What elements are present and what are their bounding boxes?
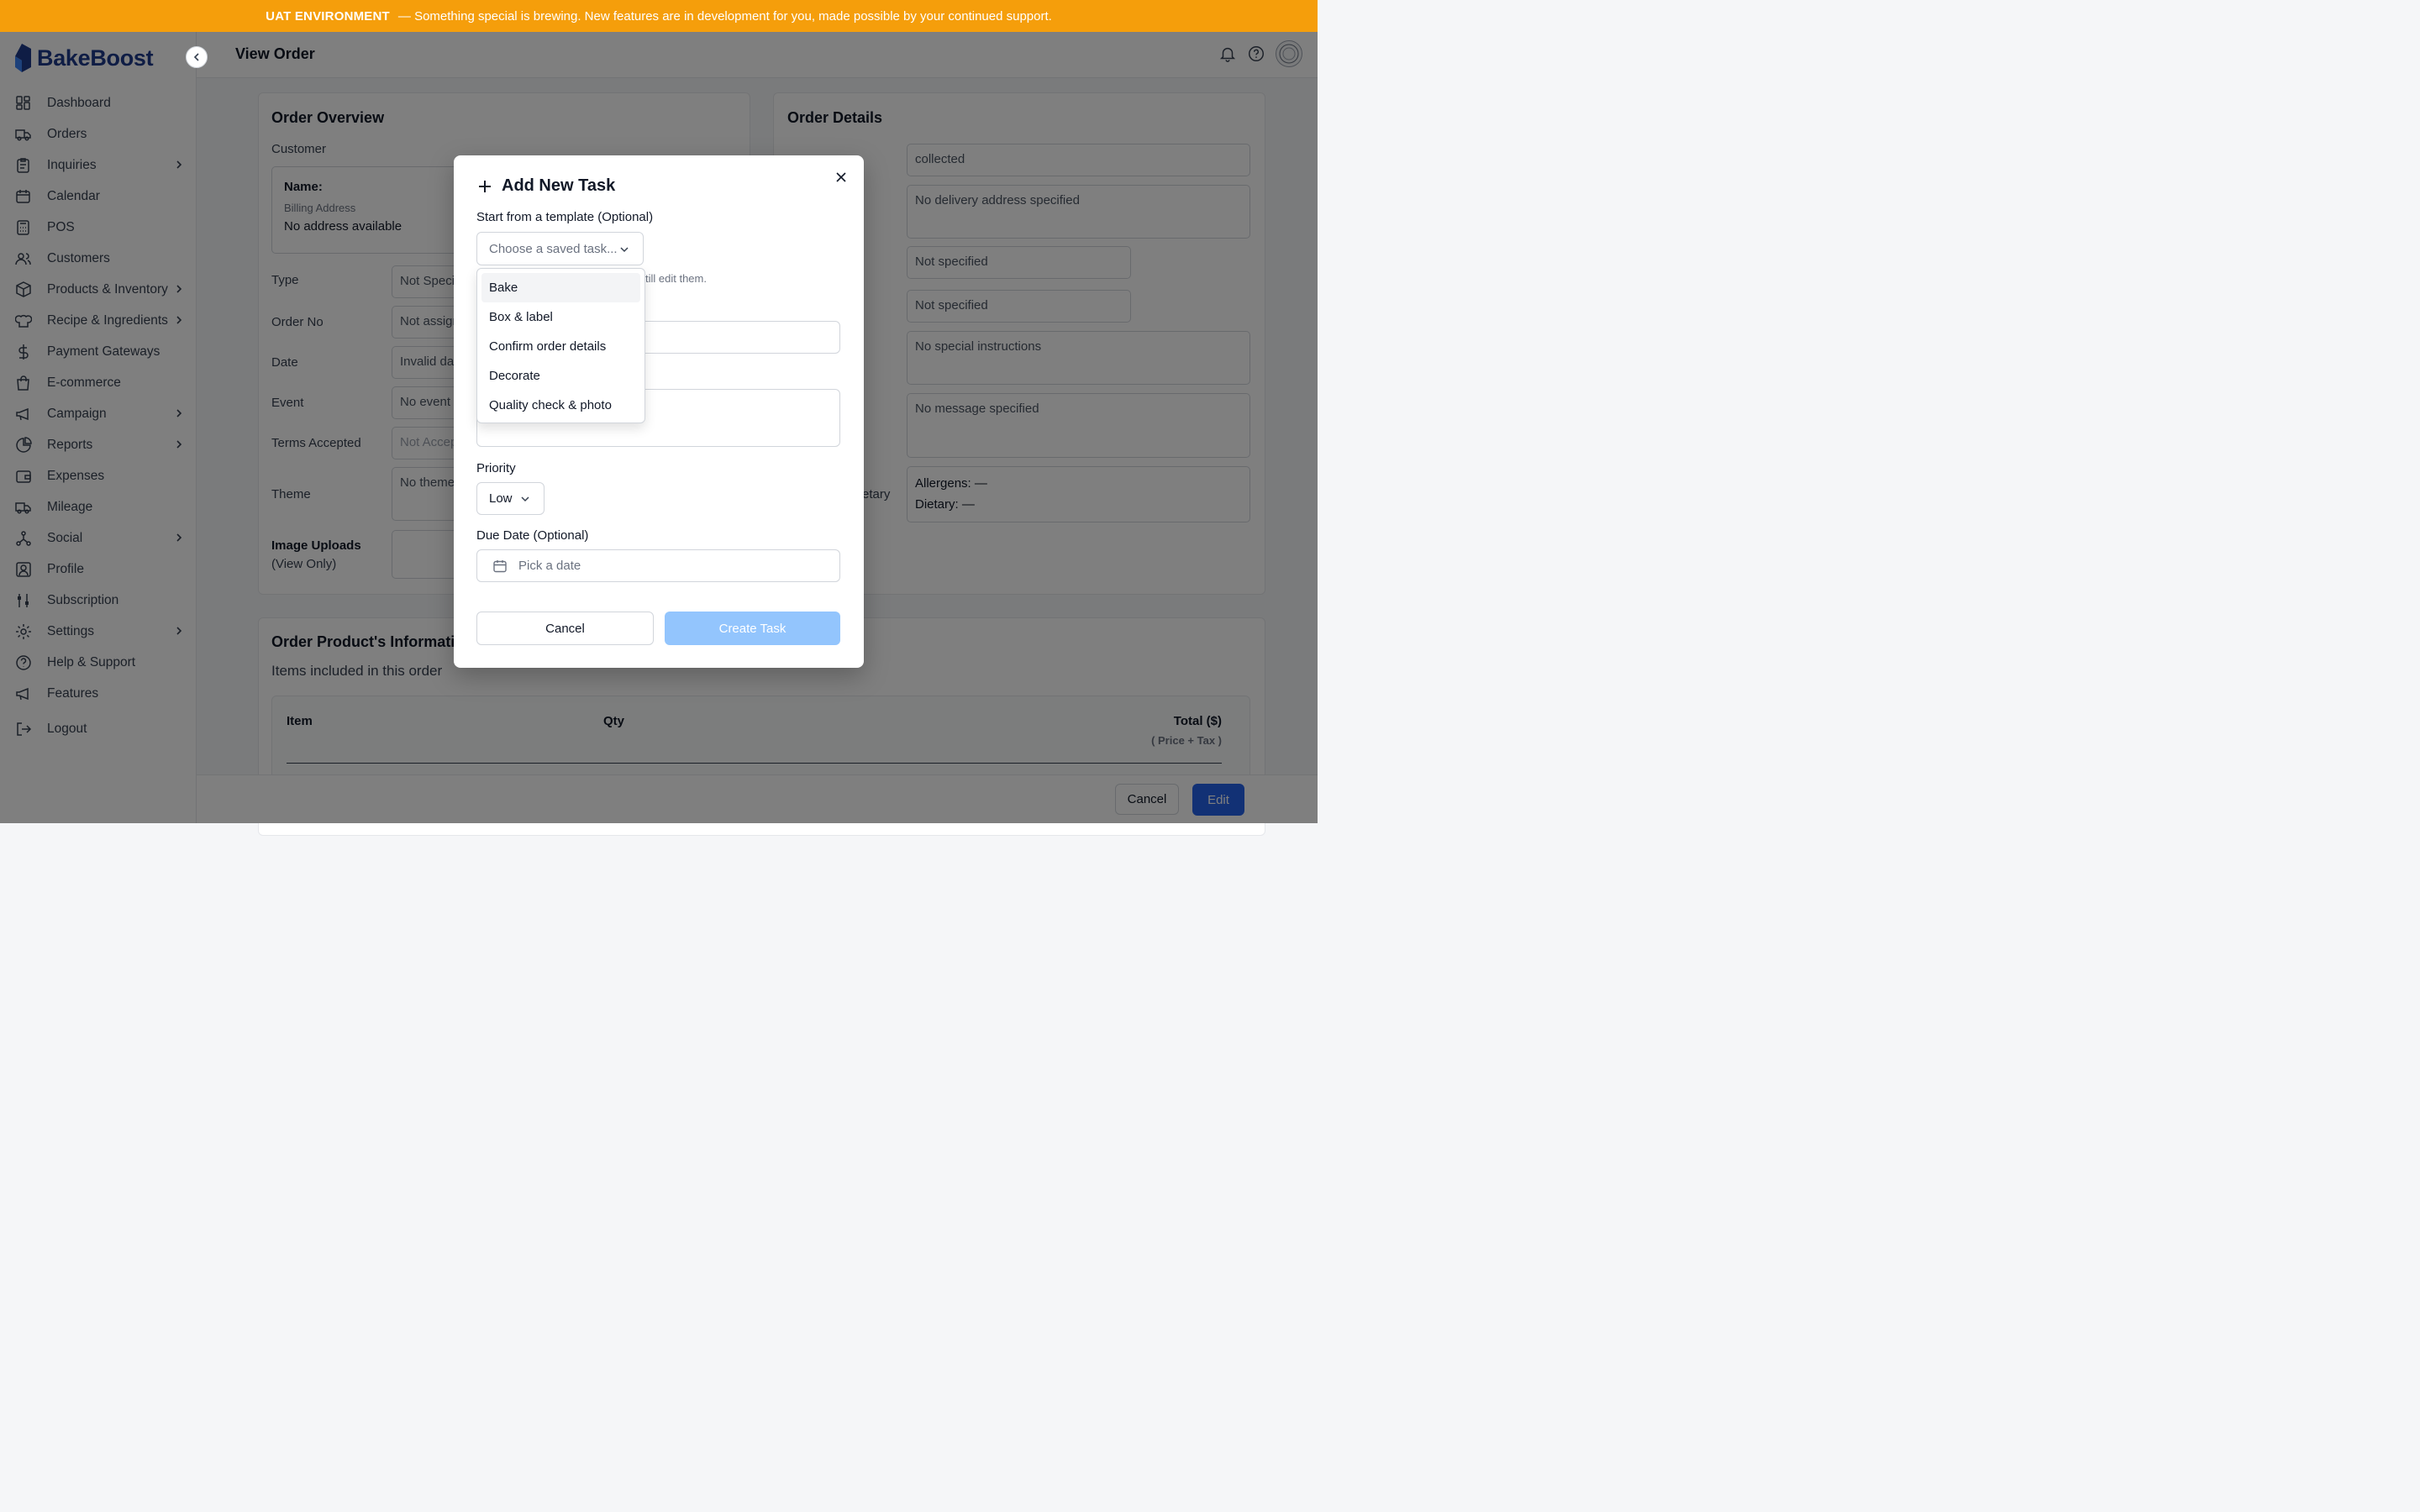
create-task-button[interactable]: Create Task xyxy=(665,612,840,645)
modal-title: Add New Task xyxy=(502,176,616,195)
template-select[interactable]: Choose a saved task... xyxy=(476,232,644,265)
calendar-icon xyxy=(493,559,507,572)
template-option[interactable]: Quality check & photo xyxy=(481,391,640,420)
due-date-input[interactable]: Pick a date xyxy=(476,549,840,582)
close-icon[interactable] xyxy=(835,171,847,183)
plus-icon xyxy=(479,180,491,192)
environment-label: UAT ENVIRONMENT xyxy=(266,8,390,24)
template-option[interactable]: Box & label xyxy=(481,302,640,332)
priority-label: Priority xyxy=(476,461,516,475)
due-date-placeholder: Pick a date xyxy=(518,559,581,573)
template-label: Start from a template (Optional) xyxy=(476,210,654,224)
chevron-down-icon xyxy=(521,496,529,502)
template-dropdown: Bake Box & label Confirm order details Deco… xyxy=(476,268,645,423)
sidebar-collapse-button[interactable] xyxy=(186,46,208,68)
template-select-placeholder: Choose a saved task... xyxy=(489,241,618,256)
due-date-label: Due Date (Optional) xyxy=(476,528,589,543)
chevron-left-icon xyxy=(193,53,199,61)
modal-cancel-button[interactable]: Cancel xyxy=(476,612,654,645)
banner-message: — Something special is brewing. New feat… xyxy=(397,8,1052,24)
priority-select[interactable]: Low xyxy=(476,482,544,515)
template-option[interactable]: Decorate xyxy=(481,361,640,391)
environment-banner: UAT ENVIRONMENT — Something special is b… xyxy=(0,0,1318,32)
template-option[interactable]: Confirm order details xyxy=(481,332,640,361)
template-option[interactable]: Bake xyxy=(481,273,640,302)
chevron-down-icon xyxy=(620,247,629,253)
template-hint: till edit them. xyxy=(645,272,707,285)
priority-value: Low xyxy=(489,491,513,506)
